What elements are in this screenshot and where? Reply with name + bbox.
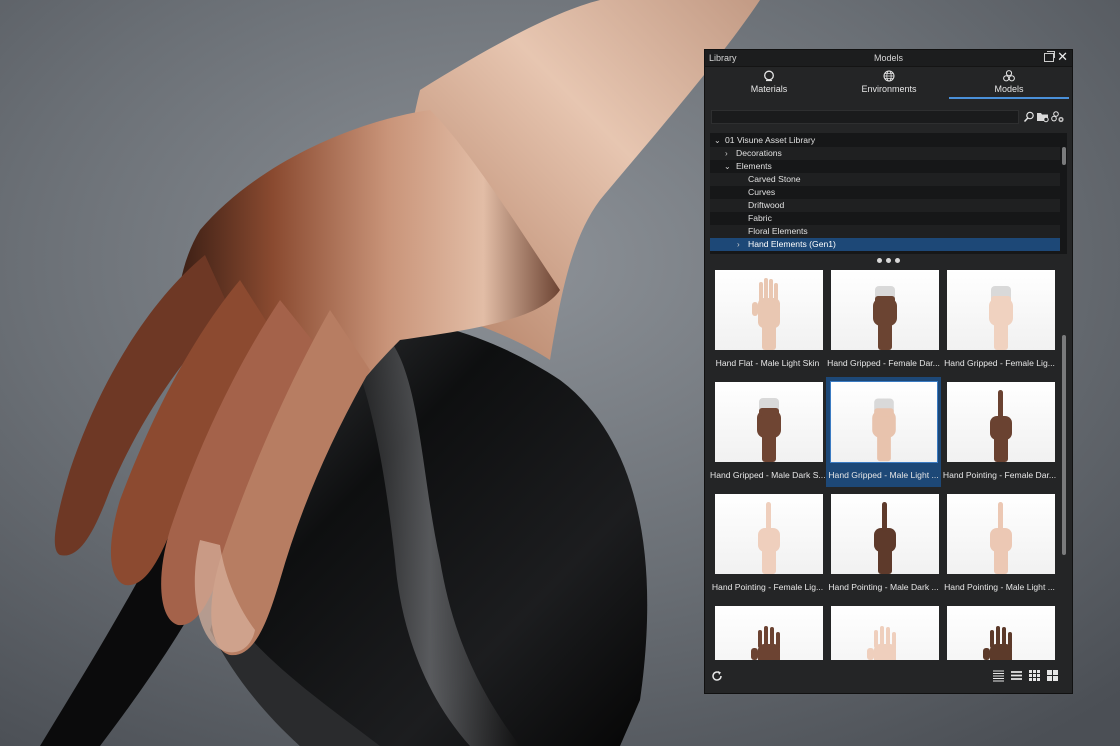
chevron-down-icon[interactable]: ⌄	[724, 160, 731, 173]
thumbnail-caption: Hand Pointing - Female Lig...	[711, 582, 824, 592]
chevron-right-icon[interactable]: ›	[737, 238, 740, 251]
hand-model-preview	[758, 502, 780, 574]
hand-model-preview	[757, 398, 781, 462]
large-grid-view-icon[interactable]	[1046, 669, 1059, 682]
model-thumbnail-item[interactable]	[942, 601, 1057, 660]
model-thumbnail-item[interactable]	[826, 601, 941, 660]
small-grid-view-icon[interactable]	[1028, 669, 1041, 682]
model-thumbnail-item[interactable]: Hand Pointing - Male Dark ...	[826, 489, 941, 599]
model-thumbnail-item[interactable]: Hand Pointing - Female Lig...	[710, 489, 825, 599]
tab-models[interactable]: Models	[949, 67, 1069, 99]
chevron-right-icon[interactable]: ›	[725, 147, 728, 160]
hand-model-preview	[872, 398, 896, 462]
tree-scrollbar[interactable]	[1062, 147, 1066, 165]
hand-model-preview	[989, 286, 1013, 350]
thumbnail-caption: Hand Gripped - Male Light ...	[828, 470, 939, 480]
model-thumbnail-item[interactable]: Hand Pointing - Male Light ...	[942, 489, 1057, 599]
model-thumbnail-item[interactable]: Hand Flat - Male Light Skin	[710, 265, 825, 375]
model-thumbnail-item[interactable]: Hand Gripped - Female Dar...	[826, 265, 941, 375]
panel-footer	[705, 662, 1072, 693]
search-input[interactable]	[711, 110, 1019, 124]
tree-item-floral-elements[interactable]: Floral Elements	[710, 225, 1060, 238]
panel-titlebar[interactable]: Models Library ✕	[705, 49, 1072, 67]
grid-scrollbar[interactable]	[1062, 335, 1066, 555]
hand-model-preview	[990, 502, 1012, 574]
tab-bar: Materials Environments Models	[705, 67, 1072, 99]
tree-item-hand-elements[interactable]: › Hand Elements (Gen1)	[710, 238, 1060, 251]
thumbnail-image	[947, 270, 1055, 350]
thumbnail-image	[715, 494, 823, 574]
thumbnail-image	[947, 494, 1055, 574]
globe-icon	[883, 70, 895, 82]
hand-model-preview	[873, 286, 897, 350]
hand-model-preview	[874, 502, 896, 574]
thumbnail-image	[715, 606, 823, 660]
refresh-icon[interactable]	[711, 670, 723, 682]
thumbnail-image	[947, 382, 1055, 462]
tree-item-driftwood[interactable]: Driftwood	[710, 199, 1060, 212]
close-icon[interactable]: ✕	[1057, 49, 1068, 65]
tab-environments[interactable]: Environments	[829, 67, 949, 99]
restore-icon[interactable]	[1044, 51, 1055, 62]
materials-icon	[764, 70, 774, 82]
list-view-icon[interactable]	[1010, 669, 1023, 682]
thumbnail-caption: Hand Gripped - Male Dark S...	[710, 470, 825, 480]
model-thumbnail-item[interactable]: Hand Gripped - Male Dark S...	[710, 377, 825, 487]
thumbnail-image	[715, 270, 823, 350]
tree-item-decorations[interactable]: › Decorations	[710, 147, 1060, 160]
chevron-down-icon[interactable]: ⌄	[714, 134, 721, 147]
thumbnail-caption: Hand Pointing - Female Dar...	[942, 470, 1057, 480]
tree-item-fabric[interactable]: Fabric	[710, 212, 1060, 225]
thumbnail-image	[831, 606, 939, 660]
thumbnail-caption: Hand Flat - Male Light Skin	[715, 358, 820, 368]
list-detail-view-icon[interactable]	[992, 669, 1005, 682]
thumbnail-caption: Hand Pointing - Male Light ...	[944, 582, 1055, 592]
pane-splitter[interactable]	[877, 257, 907, 265]
thumbnail-image	[831, 270, 939, 350]
models-icon	[1003, 70, 1015, 82]
model-thumbnail-item[interactable]: Hand Gripped - Male Light ...	[826, 377, 941, 487]
panel-header-title: Models	[873, 53, 903, 63]
model-thumbnail-item[interactable]	[710, 601, 825, 660]
thumbnail-image	[831, 494, 939, 574]
tree-item-elements[interactable]: ⌄ Elements	[710, 160, 1060, 173]
tree-item-visune-library[interactable]: ⌄ 01 Visune Asset Library	[710, 134, 1060, 147]
thumbnail-caption: Hand Gripped - Female Lig...	[944, 358, 1055, 368]
folder-search-icon[interactable]	[1036, 110, 1050, 124]
model-thumbnail-item[interactable]: Hand Pointing - Female Dar...	[942, 377, 1057, 487]
thumbnail-image	[947, 606, 1055, 660]
hand-model-preview	[983, 626, 1012, 660]
library-tree: ⌄ 01 Visune Asset Library › Decorations …	[710, 133, 1067, 254]
hand-model-preview	[751, 626, 780, 660]
thumbnail-caption: Hand Pointing - Male Dark ...	[828, 582, 939, 592]
search-icon[interactable]	[1022, 110, 1036, 124]
library-panel: Models Library ✕ Materials Environments	[704, 49, 1073, 694]
thumbnail-image	[715, 382, 823, 462]
tab-materials[interactable]: Materials	[709, 67, 829, 99]
thumbnail-image	[830, 381, 938, 463]
model-thumbnail-item[interactable]: Hand Gripped - Female Lig...	[942, 265, 1057, 375]
tree-item-carved-stone[interactable]: Carved Stone	[710, 173, 1060, 186]
tab-models-label: Models	[994, 84, 1024, 94]
thumbnail-caption: Hand Gripped - Female Dar...	[827, 358, 940, 368]
tab-materials-label: Materials	[750, 84, 788, 94]
model-thumbnail-grid: Hand Flat - Male Light Skin Hand Gripped …	[710, 265, 1067, 660]
hand-model-preview	[752, 278, 780, 350]
hand-model-preview	[867, 626, 896, 660]
hand-model-preview	[990, 390, 1012, 462]
models-settings-icon[interactable]	[1051, 110, 1065, 124]
panel-window-title: Library	[709, 53, 737, 63]
tree-item-curves[interactable]: Curves	[710, 186, 1060, 199]
tab-environments-label: Environments	[861, 84, 917, 94]
